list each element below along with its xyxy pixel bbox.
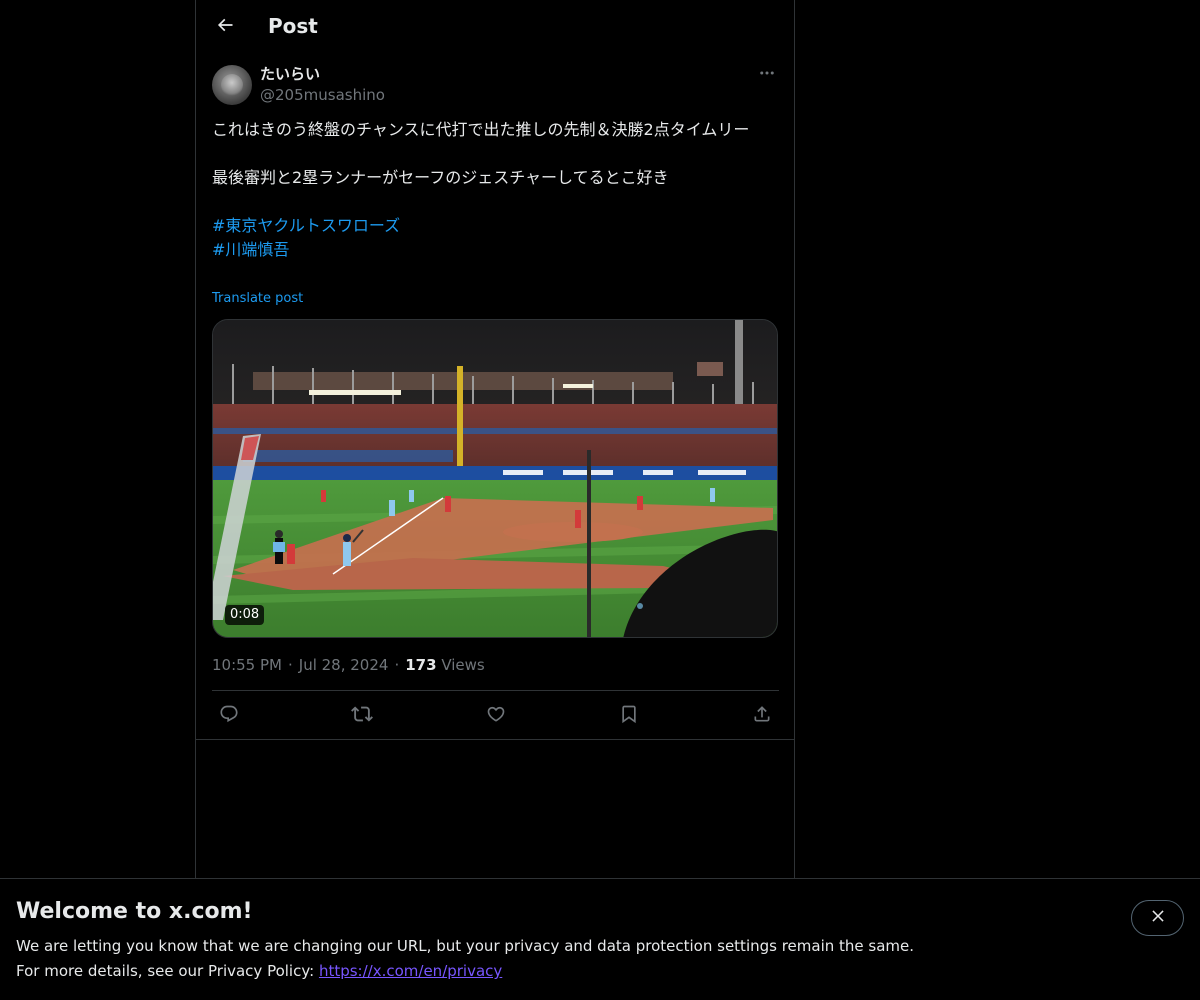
divider [212, 690, 779, 691]
post-text-line-1: これはきのう終盤のチャンスに代打で出た推しの先制＆決勝2点タイムリー [212, 120, 750, 139]
post-text-line-2: 最後審判と2塁ランナーがセーフのジェスチャーしてるとこ好き [212, 168, 669, 187]
share-button[interactable] [745, 699, 779, 733]
video-duration-badge: 0:08 [225, 605, 265, 625]
separator-dot: · [394, 656, 400, 674]
post-date[interactable]: Jul 28, 2024 [299, 656, 389, 674]
video-player[interactable]: 0:08 [212, 319, 778, 638]
post-body: これはきのう終盤のチャンスに代打で出た推しの先制＆決勝2点タイムリー 最後審判と… [212, 118, 778, 262]
back-button[interactable] [208, 10, 242, 44]
primary-column: Post たいらい @205musashino これはきのう終盤のチャンスに代打… [195, 0, 795, 1000]
welcome-banner: Welcome to x.com! We are letting you kno… [0, 878, 1200, 1000]
author-handle[interactable]: @205musashino [260, 85, 385, 105]
hashtag-link[interactable]: #川端慎吾 [212, 238, 778, 262]
author-display-name[interactable]: たいらい [260, 64, 320, 84]
share-icon [752, 704, 772, 728]
bookmark-button[interactable] [612, 699, 646, 733]
avatar[interactable] [212, 65, 252, 105]
heart-icon [486, 704, 506, 728]
hashtag-link[interactable]: #東京ヤクルトスワローズ [212, 214, 778, 238]
post-author-header: たいらい @205musashino [212, 64, 778, 108]
banner-message: We are letting you know that we are chan… [16, 937, 915, 955]
post-bottom-border [196, 739, 794, 740]
banner-close-button[interactable] [1131, 900, 1184, 936]
separator-dot: · [287, 656, 293, 674]
repost-button[interactable] [345, 699, 379, 733]
banner-title: Welcome to x.com! [16, 899, 253, 924]
banner-privacy-line: For more details, see our Privacy Policy… [16, 961, 502, 981]
banner-privacy-prefix: For more details, see our Privacy Policy… [16, 962, 319, 980]
post-time[interactable]: 10:55 PM [212, 656, 282, 674]
privacy-policy-link[interactable]: https://x.com/en/privacy [319, 962, 502, 980]
post-metadata: 10:55 PM · Jul 28, 2024 · 173 Views [212, 655, 485, 675]
reply-icon [219, 704, 239, 728]
post-action-bar [212, 699, 779, 733]
arrow-left-icon [215, 15, 235, 39]
repost-icon [351, 703, 374, 729]
views-count: 173 [405, 656, 437, 674]
ellipsis-icon [758, 64, 776, 86]
views-label: Views [441, 656, 485, 674]
more-options-button[interactable] [756, 64, 778, 86]
video-thumbnail [213, 320, 777, 637]
top-bar: Post [196, 0, 794, 53]
like-button[interactable] [479, 699, 513, 733]
translate-post-link[interactable]: Translate post [212, 290, 303, 308]
close-icon [1149, 907, 1167, 929]
page-title: Post [268, 14, 318, 38]
bookmark-icon [619, 704, 639, 728]
reply-button[interactable] [212, 699, 246, 733]
